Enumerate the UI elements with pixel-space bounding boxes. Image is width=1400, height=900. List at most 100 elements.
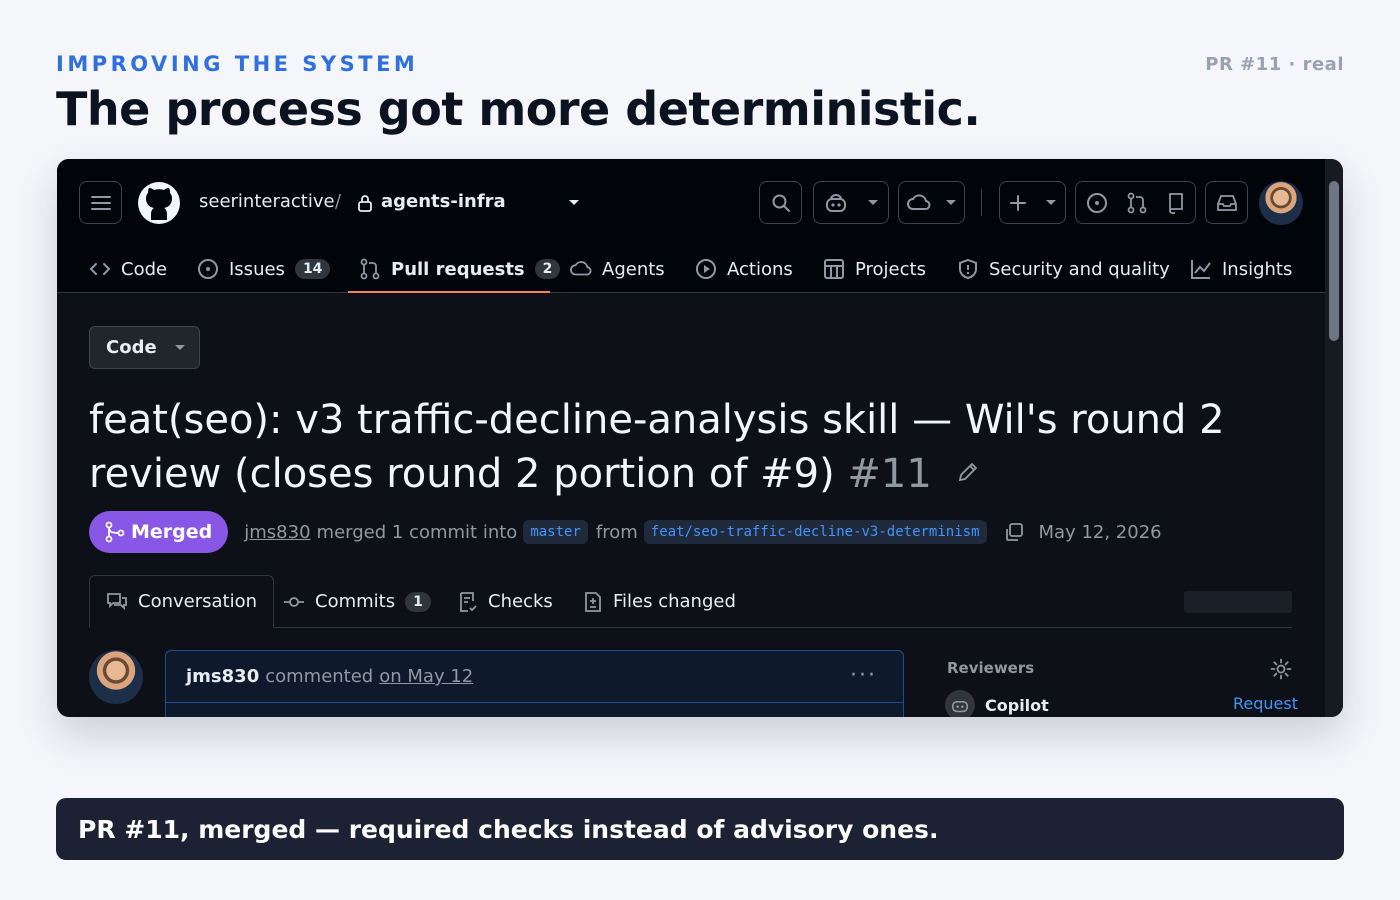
gear-icon[interactable] [1270, 658, 1292, 680]
breadcrumb-repo[interactable]: agents-infra [381, 191, 506, 212]
chevron-down-icon [174, 344, 185, 350]
tab-actions[interactable]: Actions [695, 251, 793, 287]
tab-checks[interactable]: Checks [458, 575, 553, 628]
comment-discussion-icon [107, 592, 127, 610]
play-icon [696, 259, 716, 279]
pencil-icon[interactable] [957, 461, 979, 483]
copilot-button[interactable] [813, 181, 889, 224]
repo-nav: Code Issues 14 Pull requests 2 Agents Ac… [57, 245, 1337, 293]
merge-date: May 12, 2026 [1038, 521, 1162, 543]
issue-icon [198, 259, 218, 279]
copilot-icon [825, 193, 846, 212]
agents-icon [570, 261, 592, 276]
github-screenshot: seerinteractive / agents-infra Code Issu… [57, 159, 1343, 717]
hamburger-icon [90, 195, 111, 210]
from-text: from [595, 521, 638, 543]
plus-icon [1010, 194, 1027, 211]
table-icon [824, 259, 844, 279]
tab-security[interactable]: Security and quality [957, 251, 1170, 287]
tab-label: Pull requests [391, 258, 525, 280]
comment-date[interactable]: on May 12 [379, 666, 473, 687]
pull-request-icon [360, 258, 380, 280]
tab-files-changed[interactable]: Files changed [583, 575, 736, 628]
tab-issues[interactable]: Issues 14 [197, 251, 331, 287]
lock-icon [358, 195, 372, 212]
comment-action: commented [265, 666, 374, 687]
comment-author[interactable]: jms830 [186, 666, 259, 687]
agents-button[interactable] [898, 181, 965, 224]
tab-label: Issues [229, 258, 285, 280]
tab-conversation[interactable]: Conversation [89, 575, 275, 628]
reviewers-label: Reviewers [947, 659, 1035, 677]
comment-author-avatar[interactable] [89, 650, 143, 704]
scroll-thumb[interactable] [1329, 181, 1339, 341]
chevron-down-icon [1045, 199, 1056, 205]
git-merge-icon [105, 521, 125, 543]
headline: The process got more deterministic. [56, 82, 981, 136]
copy-icon[interactable] [1003, 521, 1025, 543]
tab-insights[interactable]: Insights [1190, 251, 1292, 287]
merged-label: Merged [131, 521, 213, 543]
cloud-agent-icon [906, 193, 931, 210]
github-header: seerinteractive / agents-infra Code Issu… [57, 159, 1337, 293]
issues-counter: 14 [294, 259, 331, 279]
checklist-icon [460, 591, 477, 612]
tab-label: Security and quality [989, 258, 1170, 280]
github-logo-icon[interactable] [137, 181, 181, 225]
tab-projects[interactable]: Projects [823, 251, 926, 287]
issue-icon[interactable] [1086, 192, 1108, 214]
copilot-avatar-icon [945, 690, 975, 717]
caption-text: PR #11, merged — required checks instead… [78, 814, 939, 844]
breadcrumb-owner[interactable]: seerinteractive [199, 191, 335, 212]
merged-badge: Merged [89, 511, 229, 553]
tab-agents[interactable]: Agents [570, 251, 665, 287]
create-new-button[interactable] [999, 181, 1066, 224]
caption-bar: PR #11, merged — required checks instead… [56, 798, 1344, 860]
base-branch[interactable]: master [523, 520, 588, 544]
reviewer-copilot: Copilot [945, 690, 1049, 717]
tab-label: Projects [855, 258, 926, 280]
search-button[interactable] [759, 181, 802, 224]
inbox-button[interactable] [1205, 181, 1248, 224]
user-avatar[interactable] [1259, 181, 1303, 225]
request-review-link[interactable]: Request [1233, 694, 1298, 713]
merge-text: merged 1 commit into [316, 521, 518, 543]
tab-pull-requests[interactable]: Pull requests 2 [359, 251, 561, 287]
scrollbar[interactable] [1325, 159, 1343, 717]
pr-tag: PR #11 · real [1205, 54, 1344, 75]
comment-box: jms830 commented on May 12 ··· [165, 650, 904, 717]
head-branch[interactable]: feat/seo-traffic-decline-v3-determinism [643, 520, 987, 544]
pr-author-link[interactable]: jms830 [244, 522, 310, 543]
tab-label: Agents [602, 258, 665, 280]
tab-label: Code [121, 258, 168, 280]
search-icon [772, 194, 790, 212]
pr-counter: 2 [534, 259, 561, 279]
chevron-down-icon [946, 199, 957, 205]
tab-commits[interactable]: Commits 1 [283, 575, 431, 628]
tab-label: Commits [315, 591, 396, 612]
diffstat-placeholder [1184, 591, 1292, 613]
pull-request-icon[interactable] [1127, 192, 1147, 214]
code-button-label: Code [106, 337, 157, 358]
repo-icon[interactable] [1167, 192, 1185, 214]
tab-label: Checks [488, 591, 553, 612]
breadcrumb-separator: / [335, 191, 342, 212]
menu-button[interactable] [79, 181, 122, 224]
pr-title: feat(seo): v3 traffic-decline-analysis s… [89, 393, 1309, 501]
chevron-down-icon[interactable] [568, 199, 580, 207]
code-dropdown-button[interactable]: Code [89, 326, 200, 369]
tab-label: Insights [1222, 258, 1293, 280]
chevron-down-icon [867, 199, 878, 205]
tab-label: Files changed [613, 591, 736, 612]
graph-icon [1191, 260, 1211, 279]
eyebrow: IMPROVING THE SYSTEM [56, 52, 419, 76]
code-icon [89, 263, 111, 275]
pr-number: #11 [847, 451, 932, 497]
active-tab-underline [348, 291, 550, 293]
comment-menu-button[interactable]: ··· [850, 663, 877, 688]
tab-code[interactable]: Code [89, 251, 167, 287]
commits-counter: 1 [405, 591, 431, 612]
pr-title-text: feat(seo): v3 traffic-decline-analysis s… [89, 397, 1225, 497]
pr-tabs: Conversation Commits 1 Checks Files chan… [89, 575, 1292, 628]
toolbar-divider [981, 189, 982, 216]
